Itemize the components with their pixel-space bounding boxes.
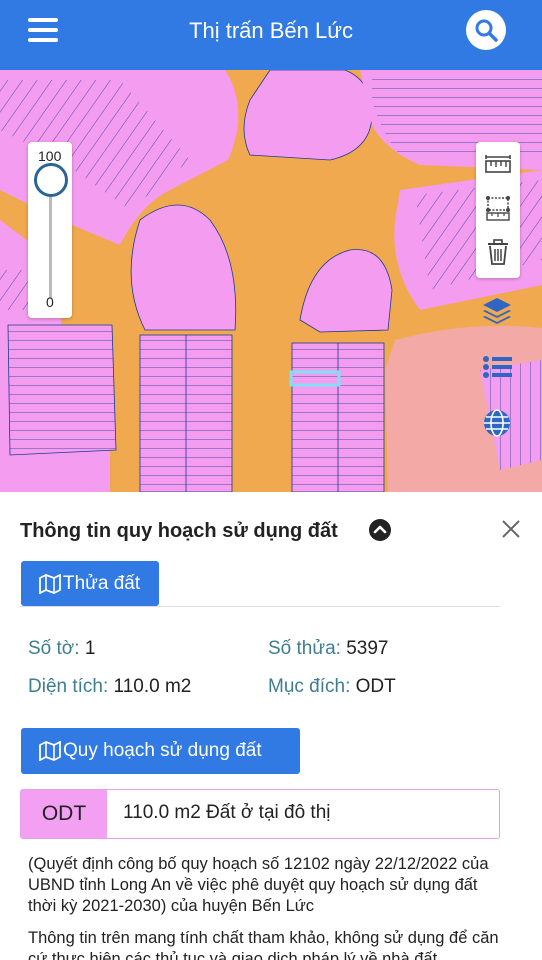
trash-icon[interactable]: [484, 238, 512, 266]
sheet-number: Số tờ: 1: [28, 638, 95, 660]
opacity-min-label: 0: [46, 294, 54, 310]
tab-parcel[interactable]: Thửa đất: [21, 561, 159, 606]
zoning-row: ODT 110.0 m2 Đất ở tại đô thị: [20, 789, 500, 839]
search-icon: [475, 19, 498, 42]
area-value: 110.0 m2: [113, 676, 192, 697]
area-measure-icon[interactable]: [484, 194, 512, 222]
parcel-number-label: Số thửa:: [268, 638, 341, 659]
tab-parcel-label: Thửa đất: [63, 572, 141, 594]
map-icon: [39, 741, 61, 761]
ruler-icon[interactable]: [484, 152, 512, 180]
map-icon: [39, 573, 61, 594]
opacity-slider[interactable]: 100 0: [28, 142, 72, 318]
opacity-max-label: 100: [38, 148, 62, 164]
land-info-panel: Thông tin quy hoạch sử dụng đất Thửa đất…: [0, 492, 542, 960]
chevron-up-icon[interactable]: [369, 519, 391, 541]
purpose-label: Mục đích:: [268, 676, 351, 697]
app-header: Thị trấn Bến Lức: [0, 0, 542, 70]
parcel-number-value: 5397: [346, 638, 389, 659]
parcel-number: Số thửa: 5397: [268, 638, 389, 660]
tab-planning[interactable]: Quy hoạch sử dụng đất: [21, 728, 300, 774]
zone-code-badge: ODT: [21, 790, 107, 838]
layers-icon[interactable]: [480, 294, 514, 328]
decision-text: (Quyết định công bố quy hoạch số 12102 n…: [28, 855, 489, 915]
map-canvas[interactable]: [0, 70, 542, 492]
zone-description: 110.0 m2 Đất ở tại đô thị: [123, 802, 331, 823]
purpose: Mục đích: ODT: [268, 676, 396, 698]
purpose-value: ODT: [355, 676, 396, 697]
opacity-handle[interactable]: [34, 163, 68, 197]
sheet-number-label: Số tờ:: [28, 638, 80, 659]
area-label: Diện tích:: [28, 676, 109, 697]
area: Diện tích: 110.0 m2: [28, 676, 191, 698]
globe-icon[interactable]: [480, 406, 514, 440]
search-button[interactable]: [466, 10, 506, 50]
map-tools: [476, 142, 520, 278]
disclaimer-text: Thông tin trên mang tính chất tham khảo,…: [28, 929, 499, 960]
tab-planning-label: Quy hoạch sử dụng đất: [63, 740, 262, 761]
tab-divider: [20, 606, 500, 607]
planning-map[interactable]: 100 0: [0, 70, 542, 492]
panel-title: Thông tin quy hoạch sử dụng đất: [20, 520, 338, 542]
sheet-number-value: 1: [84, 638, 96, 659]
page-title: Thị trấn Bến Lức: [189, 18, 353, 43]
close-icon[interactable]: [500, 518, 522, 540]
list-icon[interactable]: [480, 350, 514, 384]
